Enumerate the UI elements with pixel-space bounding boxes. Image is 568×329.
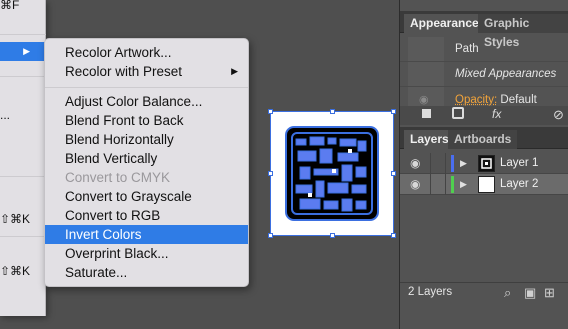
- resize-handle[interactable]: [268, 233, 273, 238]
- appearance-visibility-column: [408, 37, 444, 61]
- eye-icon[interactable]: ◉: [419, 87, 429, 106]
- appearance-tab-bar: Appearance Graphic Styles: [400, 11, 568, 49]
- resize-handle[interactable]: [330, 109, 335, 114]
- resize-handle[interactable]: [330, 233, 335, 238]
- menu-item-convert-to-cmyk: Convert to CMYK: [65, 170, 171, 185]
- layer-color-bar: [451, 155, 454, 172]
- shortcut-label: ⌘F: [0, 0, 20, 12]
- appearance-visibility-column: ◉: [408, 87, 444, 106]
- layers-count: 2 Layers: [408, 286, 453, 298]
- menu-separator: [0, 236, 46, 237]
- menu-item-convert-to-rgb[interactable]: Convert to RGB: [45, 206, 248, 225]
- menu-item-convert-to-grayscale[interactable]: Convert to Grayscale: [45, 187, 248, 206]
- create-sublayer-icon[interactable]: ⊞: [544, 285, 555, 301]
- menu-item-invert-colors[interactable]: Invert Colors: [45, 225, 248, 244]
- layer-name: Layer 2: [500, 178, 539, 190]
- resize-handle[interactable]: [268, 109, 273, 114]
- appearance-footer: fx ⊘: [400, 107, 568, 125]
- layer-row-2[interactable]: ◉ ▶ Layer 2: [400, 174, 568, 195]
- appearance-opacity-row[interactable]: ◉ Opacity: Default: [400, 87, 568, 107]
- menu-item-blend-horizontally[interactable]: Blend Horizontally: [45, 130, 248, 149]
- submenu-arrow-icon: ▶: [23, 46, 30, 56]
- menu-item-recolor-artwork[interactable]: Recolor Artwork...: [45, 43, 248, 62]
- menu-shortcut-row[interactable]: ⌘F: [0, 0, 46, 15]
- expand-arrow-icon[interactable]: ▶: [460, 156, 467, 171]
- layers-tab-bar: Layers Artboards: [400, 127, 568, 149]
- menu-separator: [0, 34, 46, 35]
- expand-arrow-icon[interactable]: ▶: [460, 177, 467, 192]
- layer-thumbnail: [478, 176, 495, 193]
- appearance-path-row[interactable]: Path: [400, 37, 568, 62]
- selection-bounding-box: [270, 111, 394, 236]
- menu-item-overprint-black[interactable]: Overprint Black...: [45, 244, 248, 263]
- opacity-link[interactable]: Opacity:: [455, 94, 497, 106]
- opacity-value: Default: [500, 94, 537, 106]
- appearance-visibility-column: [408, 62, 444, 86]
- menu-item-saturate[interactable]: Saturate...: [45, 263, 248, 282]
- menu-ellipsis-row[interactable]: ...: [0, 106, 46, 125]
- layer-row-1[interactable]: ◉ ▶ Layer 1: [400, 153, 568, 174]
- mixed-appearances-label: Mixed Appearances: [455, 68, 557, 80]
- tab-graphic-styles[interactable]: Graphic Styles: [478, 14, 568, 49]
- object-type-label: Path: [455, 43, 479, 55]
- layer-name: Layer 1: [500, 157, 539, 169]
- clear-appearance-icon[interactable]: ⊘: [553, 107, 564, 123]
- menu-item-adjust-color-balance[interactable]: Adjust Color Balance...: [45, 92, 248, 111]
- tab-appearance[interactable]: Appearance: [404, 14, 485, 33]
- lock-column[interactable]: [430, 153, 446, 174]
- menu-separator: [0, 176, 46, 177]
- appearance-mixed-row[interactable]: Mixed Appearances: [400, 62, 568, 87]
- edit-colors-submenu: Recolor Artwork... Recolor with Preset ▶…: [44, 38, 249, 287]
- make-clipping-mask-icon[interactable]: ▣: [524, 285, 536, 301]
- resize-handle[interactable]: [268, 171, 273, 176]
- resize-handle[interactable]: [391, 233, 396, 238]
- menu-shortcut-row[interactable]: ⇧⌘K: [0, 210, 46, 229]
- lock-column[interactable]: [430, 174, 446, 195]
- right-panel-dock: Appearance Graphic Styles Path Mixed App…: [399, 0, 568, 329]
- menu-colors-row[interactable]: ▶: [0, 42, 46, 61]
- menu-shortcut-row[interactable]: ⇧⌘K: [0, 262, 46, 281]
- menu-separator: [45, 87, 248, 88]
- shortcut-label: ⇧⌘K: [0, 264, 31, 278]
- resize-handle[interactable]: [391, 109, 396, 114]
- layers-footer: 2 Layers ⌕ ▣ ⊞: [400, 282, 568, 302]
- tab-artboards[interactable]: Artboards: [448, 130, 518, 149]
- locate-object-icon[interactable]: ⌕: [504, 285, 511, 301]
- resize-handle[interactable]: [391, 171, 396, 176]
- eye-icon[interactable]: ◉: [410, 178, 426, 190]
- new-fill-icon[interactable]: [422, 109, 431, 118]
- menu-separator: [0, 76, 46, 77]
- layer-thumbnail: [478, 155, 495, 172]
- fx-icon[interactable]: fx: [492, 107, 501, 121]
- ellipsis-label: ...: [0, 108, 11, 122]
- eye-icon[interactable]: ◉: [410, 157, 426, 169]
- new-stroke-icon[interactable]: [452, 107, 464, 119]
- layer-color-bar: [451, 176, 454, 193]
- shortcut-label: ⇧⌘K: [0, 212, 31, 226]
- parent-effects-menu: ⌘F ▶ ... ⇧⌘K ⇧⌘K: [0, 0, 46, 316]
- menu-item-recolor-with-preset[interactable]: Recolor with Preset ▶: [45, 62, 248, 81]
- menu-item-blend-front-to-back[interactable]: Blend Front to Back: [45, 111, 248, 130]
- submenu-arrow-icon: ▶: [231, 66, 238, 76]
- menu-item-blend-vertically[interactable]: Blend Vertically: [45, 149, 248, 168]
